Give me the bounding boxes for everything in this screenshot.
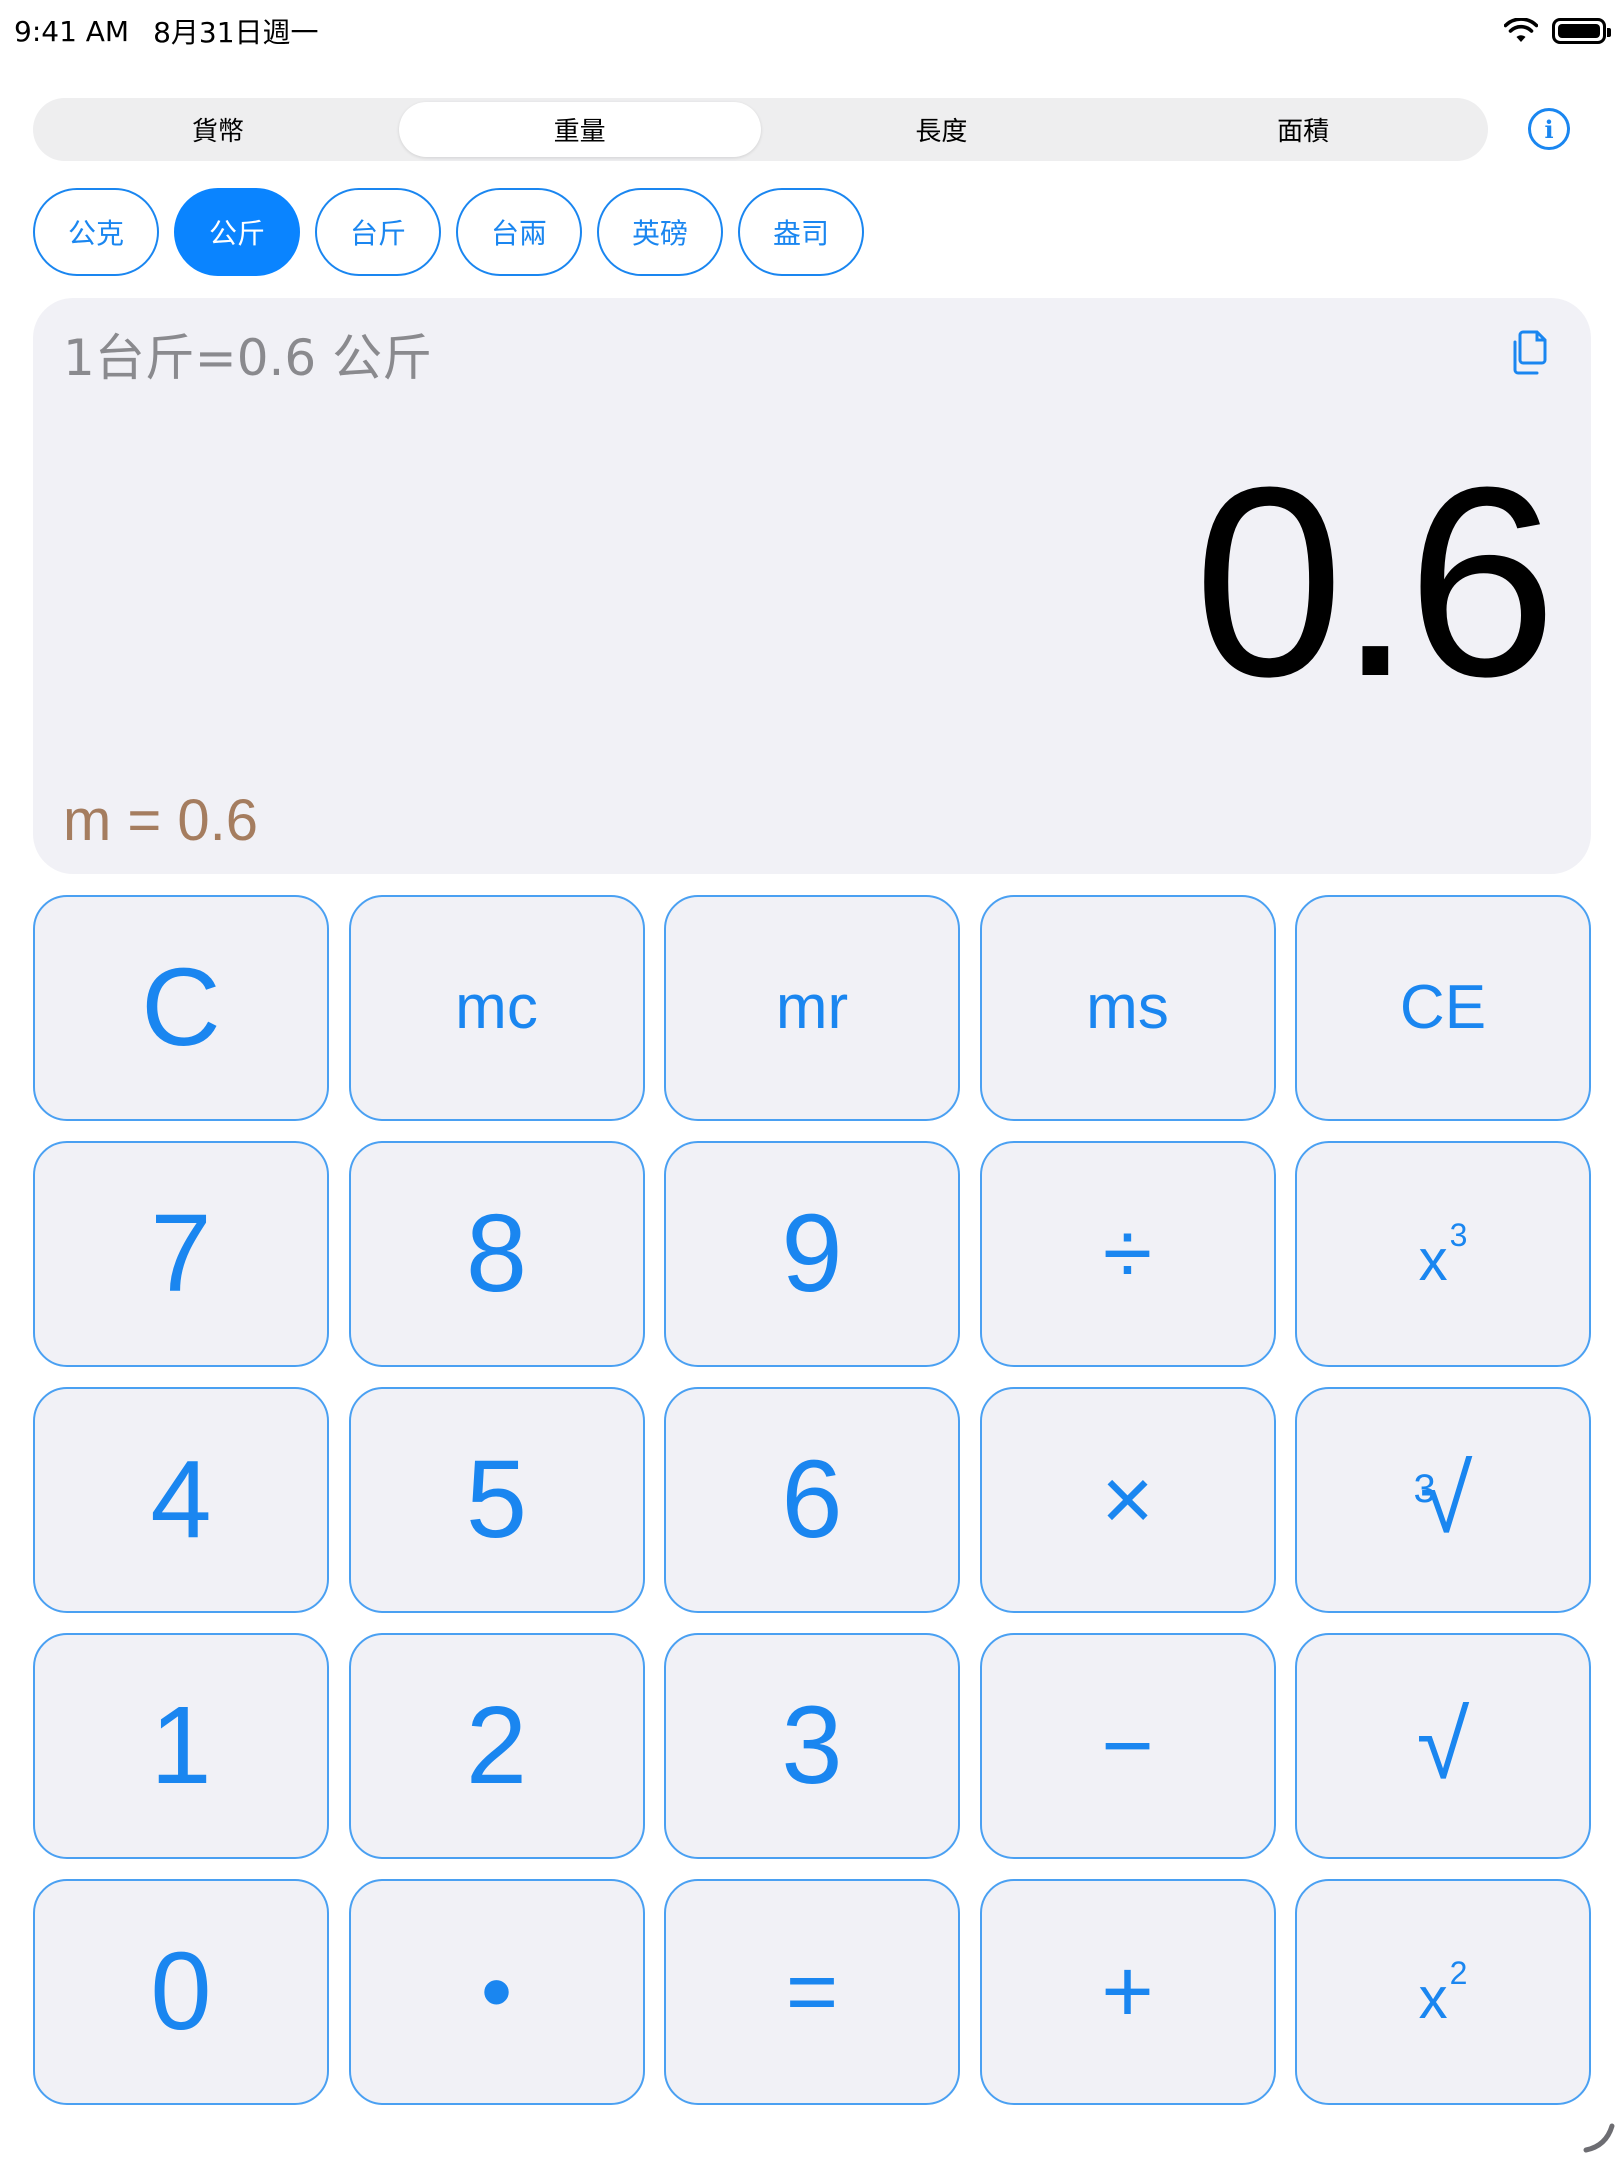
digit-7-label: 7 — [150, 1192, 212, 1315]
minus-button[interactable]: − — [979, 1633, 1276, 1859]
divide-button[interactable]: ÷ — [979, 1141, 1276, 1367]
ms-label: ms — [1086, 973, 1169, 1042]
digit-2-label: 2 — [465, 1684, 528, 1807]
plus-button[interactable]: + — [979, 1879, 1276, 2105]
battery-full-icon — [1552, 18, 1611, 44]
digit-7-button[interactable]: 7 — [33, 1141, 329, 1367]
digit-1-button[interactable]: 1 — [33, 1633, 329, 1859]
digit-5-button[interactable]: 5 — [348, 1387, 645, 1613]
cube-exponent: 3 — [1449, 1216, 1468, 1253]
status-time: 9:41 AM — [14, 14, 130, 48]
square-root-button[interactable]: √ — [1295, 1633, 1591, 1859]
digit-8-button[interactable]: 8 — [348, 1141, 645, 1367]
memory-store-button[interactable]: ms — [979, 895, 1276, 1121]
digit-9-label: 9 — [781, 1192, 843, 1315]
square-base: x — [1418, 1965, 1448, 2031]
divide-label: ÷ — [1102, 1204, 1153, 1304]
digit-4-label: 4 — [150, 1438, 212, 1561]
status-date: 8月31日週一 — [153, 16, 319, 49]
plus-label: + — [1101, 1942, 1154, 2042]
memory-clear-button[interactable]: mc — [348, 895, 645, 1121]
status-bar: 9:41 AM 8月31日週一 — [0, 0, 1620, 62]
unit-chip-kilogram[interactable]: 公斤 — [174, 188, 300, 276]
calculator-page: 9:41 AM 8月31日週一 貨幣 重量 長度 面積 i 公克 公斤 台斤 台… — [0, 0, 1620, 2160]
cube-button[interactable]: x3 — [1295, 1141, 1591, 1367]
wifi-icon — [1504, 18, 1538, 42]
clear-entry-button[interactable]: CE — [1295, 895, 1591, 1121]
digit-9-button[interactable]: 9 — [664, 1141, 960, 1367]
decimal-point-button[interactable]: • — [348, 1879, 645, 2105]
cube-root-index: 3 — [1413, 1467, 1436, 1511]
status-right — [1504, 18, 1611, 44]
digit-3-button[interactable]: 3 — [664, 1633, 960, 1859]
unit-chip-gram[interactable]: 公克 — [33, 188, 159, 276]
clear-button[interactable]: C — [33, 895, 329, 1121]
digit-4-button[interactable]: 4 — [33, 1387, 329, 1613]
keypad: C mc mr ms CE 7 8 9 ÷ x3 4 5 6 × 3√ 1 2 … — [33, 895, 1591, 2105]
conversion-formula: 1台斤=0.6 公斤 — [63, 329, 433, 387]
segment-weight[interactable]: 重量 — [398, 102, 761, 157]
multiply-label: × — [1101, 1450, 1154, 1550]
unit-chip-tael[interactable]: 台兩 — [456, 188, 582, 276]
ce-label: CE — [1399, 973, 1487, 1042]
digit-0-label: 0 — [150, 1930, 212, 2053]
result-value: 0.6 — [1193, 432, 1557, 733]
decimal-point-label: • — [480, 1942, 513, 2042]
clear-label: C — [141, 946, 221, 1069]
digit-3-label: 3 — [781, 1684, 843, 1807]
square-root-label: √ — [1417, 1698, 1470, 1794]
equals-button[interactable]: = — [664, 1879, 960, 2105]
digit-2-button[interactable]: 2 — [348, 1633, 645, 1859]
segment-area[interactable]: 面積 — [1122, 102, 1484, 157]
cube-root-label: 3√ — [1414, 1452, 1473, 1548]
category-segmented-control: 貨幣 重量 長度 面積 — [33, 98, 1488, 161]
segment-length[interactable]: 長度 — [761, 102, 1123, 157]
square-root-sign: √ — [1416, 1692, 1470, 1799]
unit-chip-row: 公克 公斤 台斤 台兩 英磅 盎司 — [33, 188, 864, 276]
digit-6-label: 6 — [781, 1438, 843, 1561]
memory-value: m = 0.6 — [63, 788, 259, 853]
resize-handle-icon[interactable] — [1582, 2120, 1616, 2154]
cube-root-button[interactable]: 3√ — [1295, 1387, 1591, 1613]
square-exponent: 2 — [1449, 1954, 1468, 1991]
cube-label: x3 — [1419, 1219, 1468, 1290]
result-display: 1台斤=0.6 公斤 0.6 m = 0.6 — [33, 298, 1591, 874]
digit-6-button[interactable]: 6 — [664, 1387, 960, 1613]
digit-8-label: 8 — [465, 1192, 528, 1315]
info-glyph: i — [1544, 114, 1554, 144]
mc-label: mc — [455, 973, 538, 1042]
memory-recall-button[interactable]: mr — [664, 895, 960, 1121]
unit-chip-pound[interactable]: 英磅 — [597, 188, 723, 276]
digit-0-button[interactable]: 0 — [33, 1879, 329, 2105]
multiply-button[interactable]: × — [979, 1387, 1276, 1613]
unit-chip-catty[interactable]: 台斤 — [315, 188, 441, 276]
segment-currency[interactable]: 貨幣 — [37, 102, 399, 157]
copy-icon[interactable] — [1509, 328, 1551, 376]
mr-label: mr — [775, 973, 849, 1042]
minus-label: − — [1101, 1696, 1154, 1796]
square-button[interactable]: x2 — [1295, 1879, 1591, 2105]
digit-1-label: 1 — [150, 1684, 212, 1807]
unit-chip-ounce[interactable]: 盎司 — [738, 188, 864, 276]
info-circle-icon[interactable]: i — [1528, 108, 1570, 150]
equals-label: = — [785, 1942, 839, 2042]
digit-5-label: 5 — [465, 1438, 528, 1561]
cube-base: x — [1418, 1227, 1448, 1293]
square-label: x2 — [1419, 1957, 1468, 2028]
battery-fill — [1558, 24, 1600, 38]
